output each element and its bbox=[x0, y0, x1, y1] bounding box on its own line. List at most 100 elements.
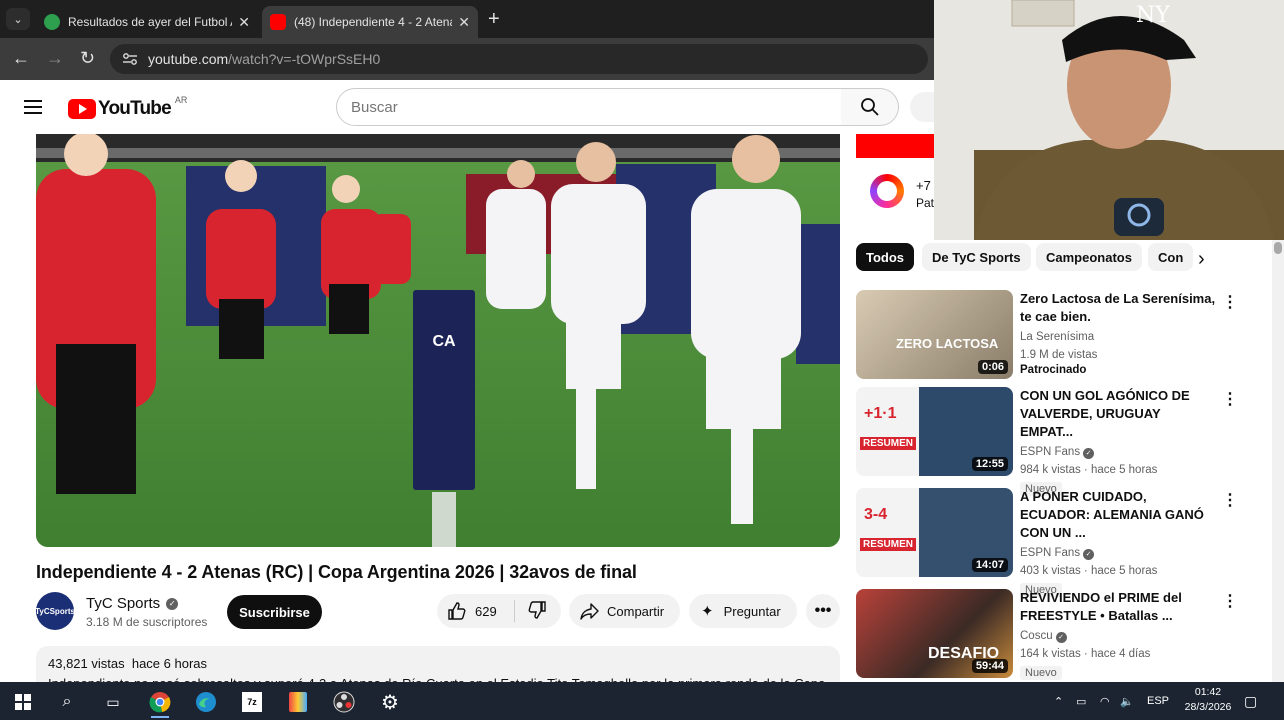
recommendation-stats: 403 k vistas · hace 5 horas bbox=[1020, 565, 1158, 577]
svg-text:CA: CA bbox=[432, 333, 456, 350]
creative-cloud-icon bbox=[870, 174, 904, 208]
channel-name[interactable]: TyC Sports ✓ bbox=[86, 595, 179, 612]
system-clock[interactable]: 01:42 28/3/2026 bbox=[1180, 685, 1236, 715]
youtube-logo[interactable]: YouTube AR bbox=[68, 95, 188, 120]
edge-icon[interactable] bbox=[187, 686, 225, 718]
recommendation-channel[interactable]: ESPN Fans ✓ bbox=[1020, 544, 1216, 562]
language-indicator[interactable]: ESP bbox=[1147, 682, 1169, 720]
video-player[interactable]: CA bbox=[36, 134, 840, 547]
new-badge: Nuevo bbox=[1020, 666, 1062, 680]
channel-avatar[interactable]: TyCSports bbox=[35, 592, 75, 630]
files-app-icon[interactable] bbox=[279, 686, 317, 718]
chip-de-tyc-sports[interactable]: De TyC Sports bbox=[922, 243, 1031, 271]
obs-icon[interactable] bbox=[325, 686, 363, 718]
duration-badge: 59:44 bbox=[971, 659, 1008, 673]
recommendation-info: A PONER CUIDADO, ECUADOR: ALEMANIA GANÓ … bbox=[1020, 488, 1216, 598]
more-actions-button[interactable]: ••• bbox=[806, 594, 840, 628]
like-dislike-group: 629 bbox=[437, 594, 561, 628]
recommendation-item[interactable]: DESAFIO 59:44 REVIVIENDO el PRIME del FR… bbox=[856, 589, 1246, 680]
thumbs-down-icon bbox=[528, 600, 546, 619]
notifications-icon[interactable]: ▢ bbox=[1244, 682, 1257, 720]
windows-start-icon[interactable] bbox=[4, 686, 42, 718]
video-title: Independiente 4 - 2 Atenas (RC) | Copa A… bbox=[36, 562, 637, 582]
reload-icon[interactable]: ↻ bbox=[80, 48, 95, 69]
recommendation-title[interactable]: REVIVIENDO el PRIME del FREESTYLE • Bata… bbox=[1020, 589, 1216, 625]
streamer-webcam-image: NY bbox=[934, 0, 1284, 240]
more-vert-icon[interactable]: ⋮ bbox=[1222, 389, 1238, 409]
voice-search-button[interactable] bbox=[910, 92, 934, 122]
scrollbar[interactable] bbox=[1272, 240, 1284, 682]
close-tab-icon[interactable]: ✕ bbox=[458, 14, 470, 31]
7zip-icon[interactable]: 7z bbox=[233, 686, 271, 718]
recommendation-title[interactable]: A PONER CUIDADO, ECUADOR: ALEMANIA GANÓ … bbox=[1020, 488, 1216, 542]
video-thumbnail[interactable]: 3-4 RESUMEN 14:07 bbox=[856, 488, 1013, 577]
clock-date: 28/3/2026 bbox=[1184, 701, 1232, 713]
video-thumbnail[interactable]: ZERO LACTOSA 0:06 bbox=[856, 290, 1013, 379]
recommendation-item[interactable]: ZERO LACTOSA 0:06 Zero Lactosa de La Ser… bbox=[856, 290, 1246, 380]
more-vert-icon[interactable]: ⋮ bbox=[1222, 292, 1238, 312]
settings-gear-icon[interactable]: ⚙ bbox=[371, 686, 409, 718]
ad-line-2: Pat bbox=[916, 196, 935, 210]
battery-icon[interactable]: ▭ bbox=[1076, 682, 1086, 720]
ask-label: Preguntar bbox=[723, 603, 781, 619]
recommendation-channel[interactable]: ESPN Fans ✓ bbox=[1020, 443, 1216, 461]
tab-youtube[interactable]: (48) Independiente 4 - 2 Atenas ✕ bbox=[262, 6, 478, 38]
chevron-up-icon[interactable]: ⌃ bbox=[1054, 682, 1063, 720]
thumbnail-score: +1·1 bbox=[864, 405, 897, 422]
verified-icon: ✓ bbox=[1055, 632, 1067, 643]
share-button[interactable]: Compartir bbox=[569, 594, 680, 628]
ask-button[interactable]: ✦ Preguntar bbox=[689, 594, 797, 628]
new-tab-button[interactable]: + bbox=[488, 8, 500, 31]
tab-search-menu-icon[interactable]: ⌄ bbox=[6, 8, 30, 30]
favicon-icon bbox=[44, 14, 60, 30]
volume-icon[interactable]: 🔈 bbox=[1120, 682, 1134, 720]
recommendation-item[interactable]: +1·1 RESUMEN 12:55 CON UN GOL AGÓNICO DE… bbox=[856, 387, 1246, 496]
address-bar[interactable]: youtube.com/watch?v=-tOWprSsEH0 bbox=[110, 44, 928, 74]
dislike-button[interactable] bbox=[515, 600, 547, 623]
thumbnail-label: RESUMEN bbox=[860, 437, 917, 450]
site-settings-icon[interactable] bbox=[122, 52, 138, 66]
search-button[interactable] bbox=[841, 88, 899, 126]
share-label: Compartir bbox=[607, 603, 665, 619]
subscribe-button[interactable]: Suscribirse bbox=[227, 595, 322, 629]
recommendation-item[interactable]: 3-4 RESUMEN 14:07 A PONER CUIDADO, ECUAD… bbox=[856, 488, 1246, 597]
recommendation-stats: 1.9 M de vistas bbox=[1020, 349, 1098, 361]
wifi-icon[interactable]: ◠ bbox=[1100, 682, 1110, 720]
menu-icon[interactable] bbox=[24, 100, 42, 114]
forward-icon[interactable]: → bbox=[46, 48, 64, 69]
thumbnail-label: RESUMEN bbox=[860, 538, 917, 551]
back-icon[interactable]: ← bbox=[12, 48, 30, 69]
search-icon[interactable]: ⌕ bbox=[48, 686, 86, 718]
ad-line-1: +7 bbox=[916, 178, 931, 193]
more-vert-icon[interactable]: ⋮ bbox=[1222, 591, 1238, 611]
more-vert-icon[interactable]: ⋮ bbox=[1222, 490, 1238, 510]
video-thumbnail[interactable]: DESAFIO 59:44 bbox=[856, 589, 1013, 678]
ad-banner[interactable] bbox=[856, 134, 934, 158]
duration-badge: 0:06 bbox=[977, 360, 1008, 374]
chrome-icon[interactable] bbox=[141, 686, 179, 718]
url-text: youtube.com/watch?v=-tOWprSsEH0 bbox=[148, 51, 381, 67]
chip-campeonatos[interactable]: Campeonatos bbox=[1036, 243, 1142, 271]
video-thumbnail[interactable]: +1·1 RESUMEN 12:55 bbox=[856, 387, 1013, 476]
task-view-icon[interactable]: ▭ bbox=[94, 686, 132, 718]
chevron-right-icon[interactable]: › bbox=[1198, 248, 1205, 271]
recommendation-title[interactable]: Zero Lactosa de La Serenísima, te cae bi… bbox=[1020, 290, 1216, 326]
search-input[interactable]: Buscar bbox=[336, 88, 842, 126]
ad-card[interactable]: +7 Pat bbox=[856, 160, 934, 220]
scrollbar-thumb[interactable] bbox=[1274, 242, 1282, 254]
chip-con[interactable]: Con bbox=[1148, 243, 1194, 271]
like-button[interactable]: 629 bbox=[437, 600, 515, 622]
country-code: AR bbox=[174, 95, 188, 105]
chip-todos[interactable]: Todos bbox=[856, 243, 915, 271]
tab-title: Resultados de ayer del Futbol A bbox=[68, 15, 233, 29]
recommendation-channel[interactable]: Coscu ✓ bbox=[1020, 627, 1216, 645]
youtube-play-icon bbox=[68, 99, 96, 119]
close-tab-icon[interactable]: ✕ bbox=[238, 14, 250, 31]
webcam-overlay: NY bbox=[934, 0, 1284, 240]
channel-name-text[interactable]: TyC Sports bbox=[86, 595, 160, 612]
tab-futbol[interactable]: Resultados de ayer del Futbol A ✕ bbox=[36, 6, 258, 38]
description-box[interactable]: 43,821 vistas hace 6 horas Independiente… bbox=[36, 646, 840, 686]
subscriber-count: 3.18 M de suscriptores bbox=[86, 615, 208, 629]
recommendation-channel[interactable]: La Serenísima bbox=[1020, 328, 1216, 346]
recommendation-title[interactable]: CON UN GOL AGÓNICO DE VALVERDE, URUGUAY … bbox=[1020, 387, 1216, 441]
